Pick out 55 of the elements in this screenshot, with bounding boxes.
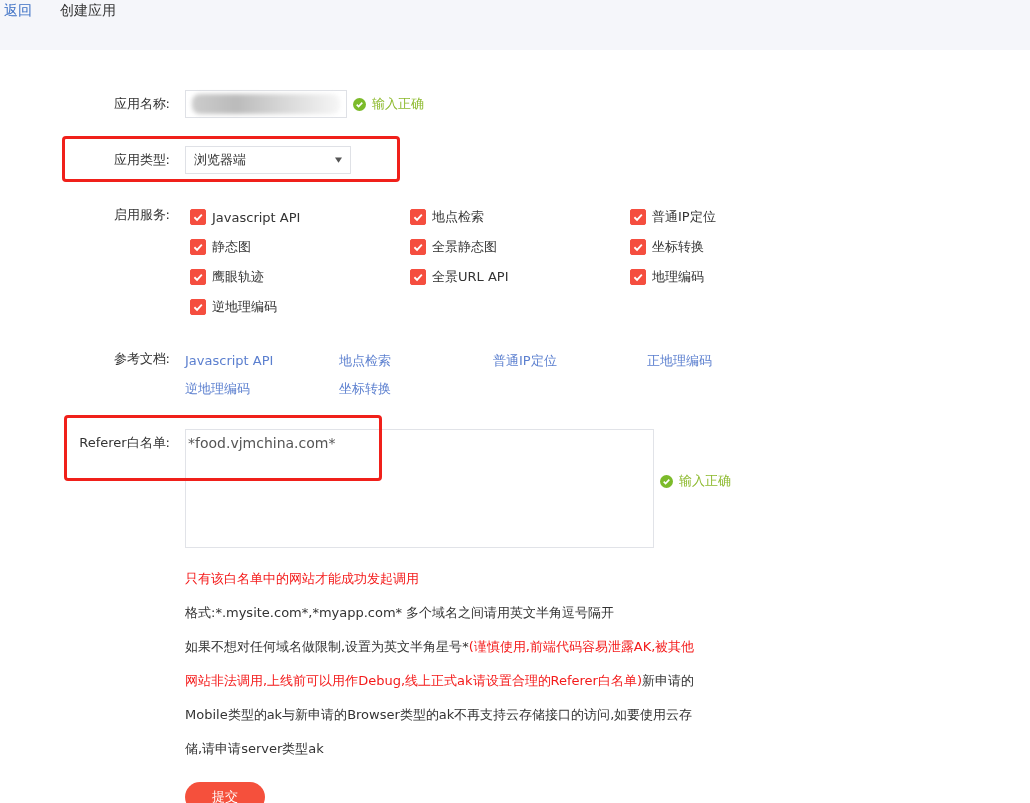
doc-link[interactable]: 逆地理编码	[185, 379, 339, 399]
checkbox-label: 全景URL API	[432, 268, 509, 286]
caret-icon	[335, 157, 342, 163]
field-label: Referer白名单:	[78, 434, 171, 452]
doc-link[interactable]: 坐标转换	[339, 379, 493, 399]
checkbox[interactable]	[630, 209, 646, 225]
help-text: 如果不想对任何域名做限制,设置为英文半角星号*(谨慎使用,前端代码容易泄露AK,被其他网站非法调用,上线前可以用作Debug,线上正式ak请设置合理的Referer白名单)新申请的Mobile类型的ak与新申请的Browser类型的ak不再支持云存储接口的访问,如要使用云存储,请申请server类型ak	[185, 638, 695, 758]
checkbox-label: 普通IP定位	[652, 208, 716, 226]
check-icon	[632, 211, 644, 223]
checkbox-label: 逆地理编码	[212, 298, 277, 316]
field-label: 参考文档:	[112, 350, 171, 368]
check-circle-icon	[353, 97, 366, 111]
checkbox-label: 全景静态图	[432, 238, 497, 256]
checkbox[interactable]	[410, 239, 426, 255]
validation-message: 输入正确	[372, 95, 424, 113]
input-field[interactable]	[185, 90, 347, 118]
check-icon	[192, 271, 204, 283]
checkbox[interactable]	[190, 209, 206, 225]
checkbox-label: 地点检索	[432, 208, 484, 226]
checkbox[interactable]	[630, 239, 646, 255]
check-icon	[412, 271, 424, 283]
help-text: 格式:*.mysite.com*,*myapp.com* 多个域名之间请用英文半角逗号隔开	[185, 604, 616, 622]
check-circle-icon	[660, 474, 673, 488]
field-label: 应用名称:	[112, 95, 171, 113]
help-text: 只有该白名单中的网站才能成功发起调用	[185, 570, 420, 588]
check-icon	[412, 241, 424, 253]
doc-link[interactable]: 地点检索	[339, 351, 493, 371]
checkbox-label: 鹰眼轨迹	[212, 268, 264, 286]
checkbox-label: 坐标转换	[652, 238, 704, 256]
page-title: 创建应用	[60, 1, 116, 20]
checkbox-label: 静态图	[212, 238, 251, 256]
textarea-field[interactable]: *food.vjmchina.com*	[185, 429, 654, 548]
doc-link[interactable]: 正地理编码	[647, 351, 801, 371]
checkbox[interactable]	[190, 269, 206, 285]
check-icon	[192, 301, 204, 313]
submit-button[interactable]: 提交	[185, 782, 265, 803]
check-icon	[412, 211, 424, 223]
checkbox[interactable]	[190, 299, 206, 315]
check-icon	[632, 241, 644, 253]
checkbox[interactable]	[630, 269, 646, 285]
field-label: 应用类型:	[112, 151, 171, 169]
doc-link[interactable]: 普通IP定位	[493, 351, 647, 371]
checkbox-label: 地理编码	[652, 268, 704, 286]
select-field[interactable]: 浏览器端	[185, 146, 351, 174]
back-link[interactable]: 返回	[4, 0, 32, 20]
checkbox[interactable]	[410, 269, 426, 285]
doc-link[interactable]: Javascript API	[185, 351, 339, 371]
field-label: 启用服务:	[112, 206, 171, 224]
checkbox[interactable]	[190, 239, 206, 255]
check-icon	[192, 241, 204, 253]
checkbox-label: Javascript API	[212, 209, 301, 225]
check-icon	[632, 271, 644, 283]
checkbox[interactable]	[410, 209, 426, 225]
validation-message: 输入正确	[679, 472, 731, 490]
check-icon	[192, 211, 204, 223]
